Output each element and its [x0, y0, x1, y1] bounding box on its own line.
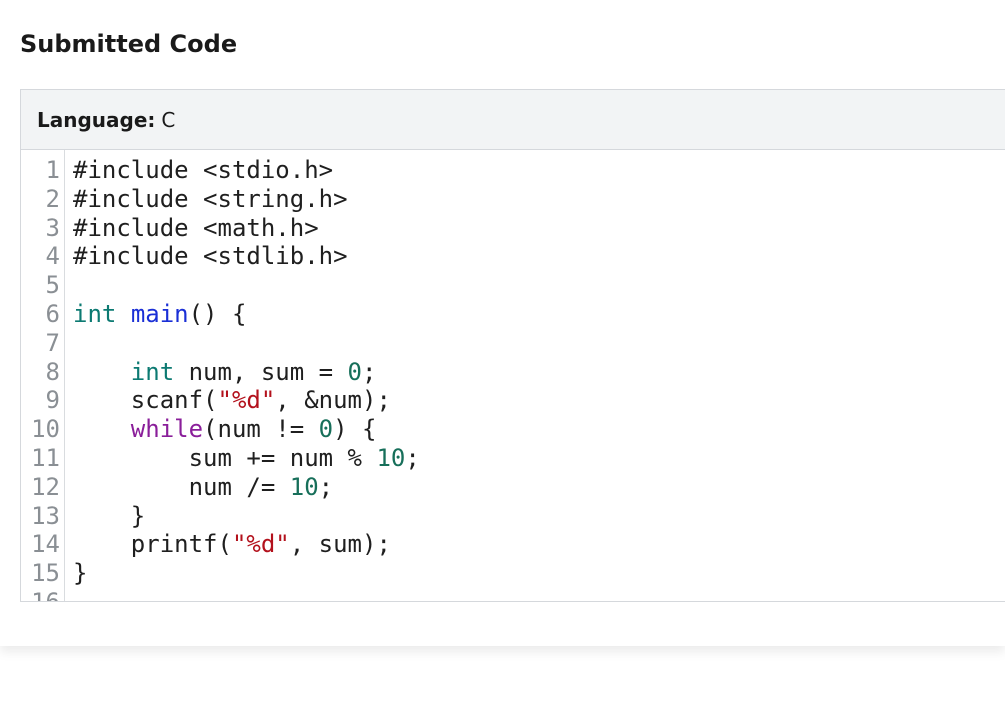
code-line: 7: [21, 329, 1005, 358]
line-number: 4: [45, 242, 60, 271]
code-line: 15}: [21, 559, 1005, 588]
code-token: #include <string.h>: [73, 184, 348, 213]
line-number: 12: [31, 472, 60, 501]
code-token: }: [73, 559, 88, 588]
line-number: 8: [45, 357, 60, 386]
code-token: while: [130, 415, 204, 444]
code-text: sum += num % 10;: [64, 444, 420, 473]
code-token: }: [73, 501, 146, 530]
code-line: 13 }: [21, 502, 1005, 531]
code-token: num, sum =: [174, 357, 348, 386]
page: Submitted Code Language: C 1 #include <st…: [0, 0, 1005, 725]
line-number: 7: [45, 328, 60, 357]
line-number: 1: [45, 156, 60, 184]
line-number: 2: [45, 184, 60, 213]
line-number: 11: [31, 443, 60, 472]
code-token: printf(: [73, 530, 232, 559]
line-number: 16: [21, 588, 64, 601]
code-token: int: [73, 299, 117, 328]
code-line: 14 printf("%d", sum);: [21, 530, 1005, 559]
code-token: #include <stdlib.h>: [73, 242, 348, 271]
code-editor[interactable]: 1 #include <stdio.h> 2 #include <string.h> 3…: [21, 150, 1005, 601]
code-token: ) {: [333, 415, 377, 444]
code-line: 4 #include <stdlib.h>: [21, 242, 1005, 271]
code-text: }: [64, 502, 145, 531]
code-lines: 1 #include <stdio.h> 2 #include <string.h> 3…: [21, 156, 1005, 601]
code-text: #include <stdio.h>: [64, 156, 333, 185]
code-line: 11 sum += num % 10;: [21, 444, 1005, 473]
code-token: 10: [289, 472, 319, 501]
line-number: 15: [31, 559, 60, 588]
line-number: 13: [31, 501, 60, 530]
code-text: #include <stdlib.h>: [64, 242, 348, 271]
code-token: , sum);: [289, 530, 391, 559]
line-number: 3: [45, 213, 60, 242]
code-panel: Language: C 1 #include <stdio.h> 2 #include…: [20, 89, 1005, 602]
code-token: , &num);: [275, 386, 391, 415]
code-token: sum += num %: [73, 443, 377, 472]
line-number: 10: [31, 415, 60, 444]
code-line: 3 #include <math.h>: [21, 214, 1005, 243]
language-value: C: [161, 107, 176, 132]
code-text: scanf("%d", &num);: [64, 386, 391, 415]
code-line: 9 scanf("%d", &num);: [21, 386, 1005, 415]
code-token: main: [130, 299, 189, 328]
submission-card: Submitted Code Language: C 1 #include <st…: [0, 0, 1005, 646]
code-token: "%d": [231, 530, 290, 559]
code-line: 12 num /= 10;: [21, 473, 1005, 502]
code-text: int main() {: [64, 300, 246, 329]
line-number: 5: [45, 271, 60, 300]
code-text: num /= 10;: [64, 472, 334, 502]
code-line: 1 #include <stdio.h>: [21, 156, 1005, 185]
code-text: #include <string.h>: [64, 185, 348, 214]
code-text: int num, sum = 0;: [64, 357, 377, 387]
code-token: ;: [362, 357, 377, 386]
code-token: () {: [188, 299, 247, 328]
line-number: 9: [45, 386, 60, 415]
line-number: 6: [45, 299, 60, 328]
code-token: num /=: [73, 472, 290, 501]
code-line: 2 #include <string.h>: [21, 185, 1005, 214]
language-label: Language:: [37, 107, 156, 132]
code-token: #include <stdio.h>: [73, 156, 334, 184]
code-token: #include <math.h>: [73, 213, 319, 242]
code-token: (num !=: [203, 415, 319, 444]
code-token: ;: [318, 472, 334, 501]
code-token: 0: [318, 415, 334, 444]
code-text: printf("%d", sum);: [64, 530, 391, 559]
code-token: 0: [347, 357, 362, 386]
code-token: "%d": [217, 386, 276, 415]
code-line: 16: [21, 588, 1005, 601]
panel-header: Language: C: [21, 90, 1005, 150]
code-line: 6 int main() {: [21, 300, 1005, 329]
code-line: 10 while(num != 0) {: [21, 415, 1005, 444]
code-text: while(num != 0) {: [64, 415, 377, 444]
section-title: Submitted Code: [20, 30, 238, 58]
code-token: int: [130, 357, 175, 386]
code-token: 10: [376, 443, 406, 472]
code-text: }: [64, 559, 87, 588]
line-number: 14: [31, 530, 60, 559]
code-line: 8 int num, sum = 0;: [21, 358, 1005, 387]
code-line: 5: [21, 271, 1005, 300]
code-token: scanf(: [73, 386, 218, 415]
code-text: #include <math.h>: [64, 214, 319, 243]
code-token: ;: [405, 443, 420, 472]
